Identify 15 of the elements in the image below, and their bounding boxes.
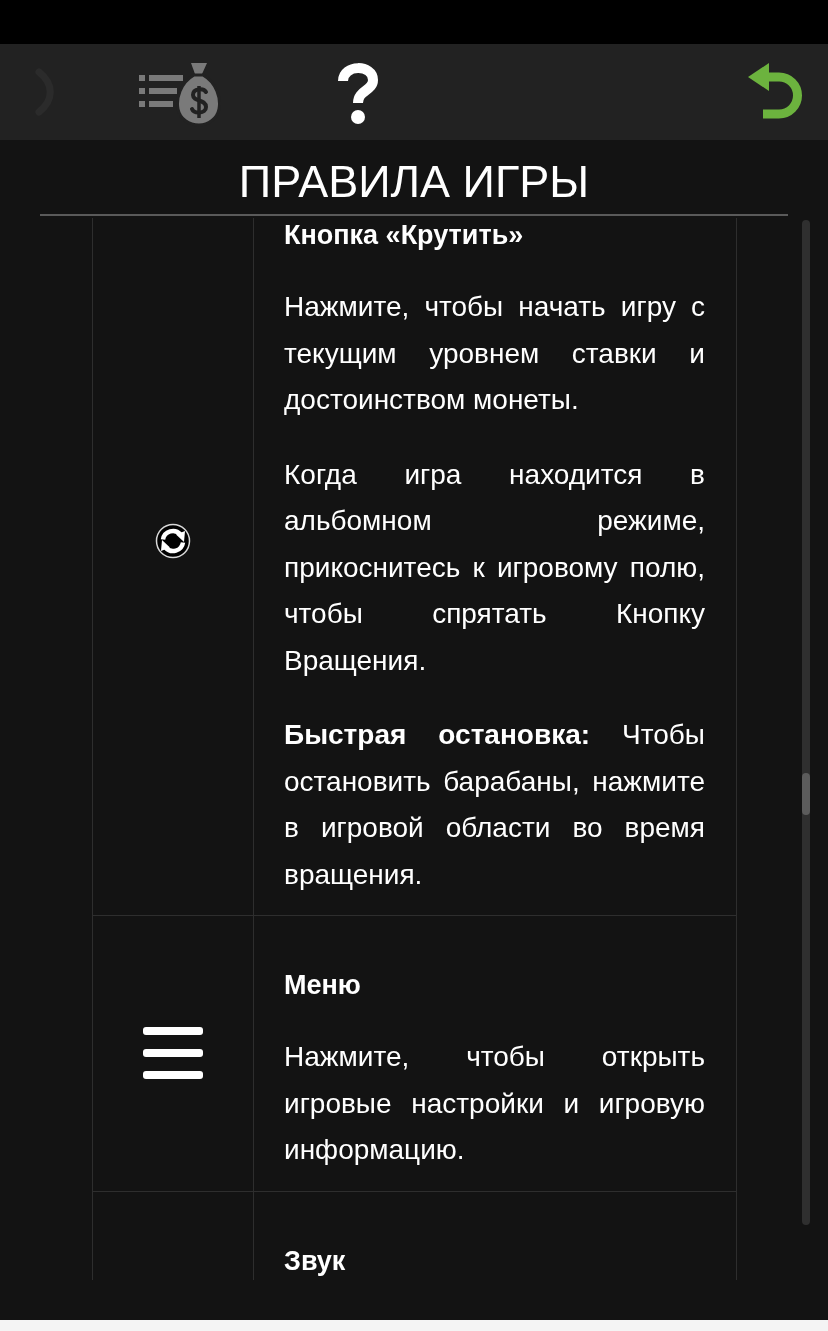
rule-text: Нажмите, чтобы начать игру с текущим уровнем ставки и достоинством монеты.: [284, 290, 705, 417]
help-icon[interactable]: [335, 61, 381, 125]
scrollbar-track[interactable]: [802, 220, 810, 1225]
rule-text: Быстрая остановка: Чтобы остановить барабаны, нажмите в игровой области во время вращения.: [284, 718, 705, 892]
money-bag-icon[interactable]: [139, 61, 221, 127]
refresh-icon: [155, 522, 191, 559]
rule-heading: Звук: [284, 1244, 347, 1278]
page-title: ПРАВИЛА ИГРЫ: [237, 155, 591, 209]
rule-heading: Меню: [284, 969, 362, 1002]
rule-text: Нажмите, чтобы открыть игровые настройки и игровую информацию.: [284, 1040, 705, 1167]
return-arrow-icon[interactable]: [747, 62, 803, 122]
menu-icon: [142, 1026, 204, 1081]
scrollbar-thumb[interactable]: [802, 773, 810, 815]
rule-heading: Кнопка «Крутить»: [284, 219, 525, 252]
rule-text: Когда игра находится в альбомном режиме, прикоснитесь к игровому полю, чтобы спрятать Кнопку Вращения.: [284, 457, 705, 678]
